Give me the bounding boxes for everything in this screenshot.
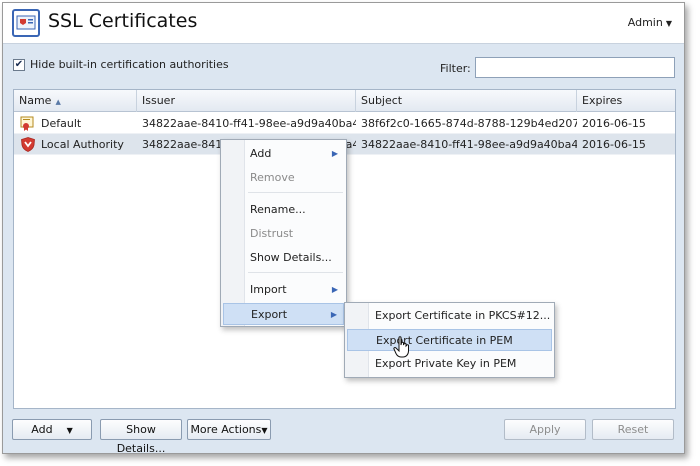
menu-separator [248,192,343,193]
menu-item-export-pem[interactable]: Export Certificate in PEM [347,329,552,351]
menu-item-export[interactable]: Export ▶ [223,303,344,325]
certificate-icon [20,116,36,131]
chevron-down-icon: ▼ [66,426,73,435]
certificate-app-icon [12,9,40,37]
submenu-arrow-icon: ▶ [331,149,338,158]
hide-builtin-option[interactable]: ✔ Hide built-in certification authoritie… [13,58,229,71]
cell-name: Local Authority [41,138,124,151]
cell-expires: 2016-06-15 [582,138,646,151]
cell-subject: 34822aae-8410-ff41-98ee-a9d9a40ba423 [361,138,577,151]
cell-issuer: 34822aae-8410-ff41-98ee-a9d9a40ba423 [142,117,356,130]
shield-icon [20,137,36,152]
page-title: SSL Certificates [48,10,198,32]
filter-label: Filter: [440,62,471,75]
column-header-expires[interactable]: Expires [577,90,676,112]
apply-button[interactable]: Apply [504,419,586,440]
menu-item-export-label: Export [251,308,288,321]
column-header-subject[interactable]: Subject [356,90,577,112]
sort-ascending-icon: ▲ [55,98,61,106]
add-button-label: Add [31,423,53,436]
title-bar: SSL Certificates Admin ▼ [3,3,684,44]
export-submenu: Export Certificate in PKCS#12... Export … [344,302,555,378]
chevron-down-icon: ▼ [665,19,672,28]
cell-subject: 38f6f2c0-1665-874d-8788-129b4ed20700 [361,117,577,130]
menu-separator [248,272,343,273]
hand-cursor-icon [393,336,409,358]
hide-builtin-checkbox[interactable]: ✔ [13,58,25,71]
table-row[interactable]: Default 34822aae-8410-ff41-98ee-a9d9a40b… [14,113,675,134]
more-actions-button[interactable]: More Actions▼ [187,419,271,440]
hide-builtin-label: Hide built-in certification authorities [30,58,229,71]
table-header: Name ▲ Issuer Subject Expires [14,90,675,112]
user-name: Admin [627,16,663,29]
chevron-down-icon: ▼ [261,426,268,435]
context-menu: Add ▶ Remove Rename... Distrust Show Deta… [220,139,347,327]
menu-item-export-private-key[interactable]: Export Private Key in PEM [347,353,552,375]
menu-item-import-label: Import [250,283,287,296]
user-menu[interactable]: Admin ▼ [628,16,672,29]
show-details-button[interactable]: Show Details... [100,419,182,455]
submenu-arrow-icon: ▶ [330,310,337,319]
cell-name: Default [41,117,82,130]
column-name-label: Name [19,94,52,107]
cell-expires: 2016-06-15 [582,117,646,130]
menu-item-add[interactable]: Add ▶ [223,143,344,165]
more-actions-label: More Actions [190,423,262,436]
reset-button[interactable]: Reset [592,419,674,440]
menu-item-export-pkcs12[interactable]: Export Certificate in PKCS#12... [347,305,552,327]
menu-item-rename[interactable]: Rename... [223,199,344,221]
menu-item-import[interactable]: Import ▶ [223,279,344,301]
add-button[interactable]: Add ▼ [12,419,92,440]
menu-item-add-label: Add [250,147,272,160]
menu-item-show-details[interactable]: Show Details... [223,247,344,269]
column-header-name[interactable]: Name ▲ [14,90,137,112]
column-header-issuer[interactable]: Issuer [137,90,356,112]
submenu-arrow-icon: ▶ [331,285,338,294]
filter-input[interactable] [475,57,675,78]
menu-item-remove[interactable]: Remove [223,167,344,189]
menu-item-distrust[interactable]: Distrust [223,223,344,245]
